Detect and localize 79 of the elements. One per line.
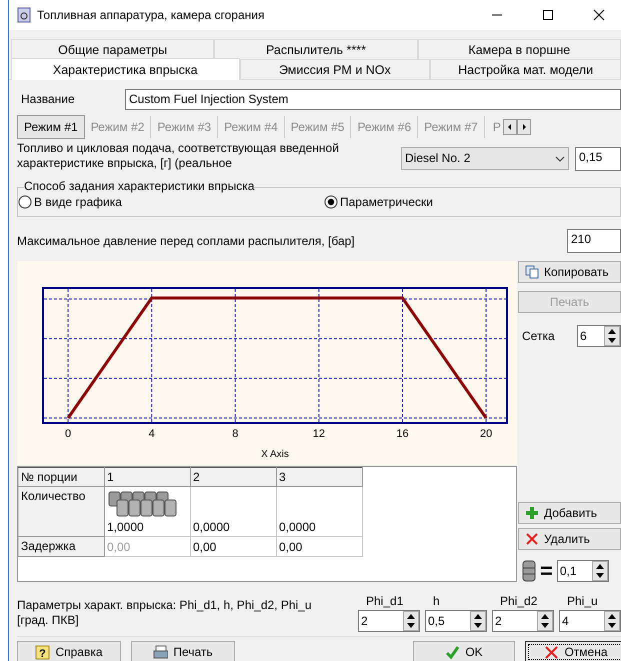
spin-arrows-icon[interactable] bbox=[403, 611, 419, 631]
fuel-select[interactable]: Diesel No. 2 bbox=[401, 147, 569, 170]
mode-tab[interactable]: Режим #1 bbox=[17, 115, 85, 139]
barrel-size-spinner[interactable]: 0,1 bbox=[556, 560, 609, 582]
spin-arrows-icon[interactable] bbox=[592, 561, 608, 581]
column-header: 1 bbox=[104, 468, 190, 486]
delete-button[interactable]: Удалить bbox=[518, 528, 621, 550]
x-tick-label: 16 bbox=[396, 428, 409, 440]
spin-arrows-icon[interactable] bbox=[604, 611, 620, 631]
param-label: Phi_u bbox=[566, 593, 599, 610]
spin-arrows-icon[interactable] bbox=[604, 326, 620, 346]
table-cell: 0,00 bbox=[279, 540, 302, 554]
window-title: Топливная аппаратура, камера сгорания bbox=[37, 7, 266, 24]
x-tick-label: 4 bbox=[148, 428, 155, 440]
tab[interactable]: Камера в поршне bbox=[418, 39, 621, 59]
params-label: Параметры характ. впрыска: Phi_d1, h, Phi_d2, Phi_u [град. ПКВ] bbox=[17, 598, 313, 629]
print-button[interactable]: Печать bbox=[131, 641, 235, 661]
radio-option[interactable]: Параметрически bbox=[324, 193, 433, 211]
row-header: Задержка bbox=[18, 536, 104, 556]
column-header: 2 bbox=[190, 468, 276, 486]
row-header: Количество bbox=[18, 486, 104, 536]
check-icon bbox=[445, 644, 460, 660]
barrel-icon bbox=[522, 560, 536, 582]
add-button[interactable]: Добавить bbox=[518, 502, 621, 524]
name-label: Название bbox=[20, 91, 76, 108]
table-cell: 0,0000 bbox=[193, 520, 230, 534]
help-button[interactable]: ? Справка bbox=[17, 641, 121, 661]
tab[interactable]: Характеристика впрыска bbox=[11, 58, 240, 80]
param-label: h bbox=[432, 593, 441, 610]
barrels-icon bbox=[107, 490, 179, 518]
close-icon[interactable] bbox=[592, 9, 604, 21]
tab[interactable]: Общие параметры bbox=[11, 39, 214, 59]
param-spinner[interactable]: 2 bbox=[358, 610, 420, 632]
scroll-right-icon[interactable] bbox=[516, 119, 531, 135]
amount-field[interactable]: 0,15 bbox=[575, 147, 621, 171]
grid-label: Сетка bbox=[522, 328, 555, 345]
x-axis-title: X Axis bbox=[261, 449, 289, 460]
cancel-button[interactable]: Отмена bbox=[525, 641, 621, 661]
cross-icon bbox=[544, 644, 560, 660]
x-tick-label: 8 bbox=[232, 428, 238, 440]
radio-button[interactable] bbox=[18, 195, 32, 209]
app-icon bbox=[17, 7, 31, 23]
spin-arrows-icon[interactable] bbox=[537, 611, 553, 631]
param-spinner[interactable]: 2 bbox=[492, 610, 554, 632]
tab[interactable]: Распылитель **** bbox=[214, 39, 418, 59]
table-cell: 0,0000 bbox=[279, 520, 316, 534]
radio-button[interactable] bbox=[324, 195, 338, 209]
tab[interactable]: Эмиссия PM и NOx bbox=[240, 59, 430, 79]
x-tick-label: 0 bbox=[65, 428, 72, 440]
x-tick-label: 20 bbox=[480, 428, 492, 440]
spin-arrows-icon[interactable] bbox=[470, 611, 486, 631]
equals-sign: = bbox=[540, 561, 553, 581]
table-cell: 1,0000 bbox=[107, 520, 144, 534]
printer-icon bbox=[153, 644, 168, 660]
plus-icon bbox=[525, 506, 539, 520]
table-cell: 0,00 bbox=[193, 540, 216, 554]
fuel-label: Топливо и цикловая подача, соответствующая введенной характеристике впрыска, [г] (реальное bbox=[17, 141, 340, 171]
maximize-icon[interactable] bbox=[542, 9, 554, 21]
column-header: № порции bbox=[18, 468, 104, 486]
name-field[interactable]: Custom Fuel Injection System bbox=[125, 88, 621, 110]
table-cell: 0,00 bbox=[107, 540, 130, 554]
ok-button[interactable]: OK bbox=[413, 641, 515, 661]
param-label: Phi_d1 bbox=[365, 593, 404, 610]
param-spinner[interactable]: 0,5 bbox=[425, 610, 487, 632]
help-icon: ? bbox=[35, 644, 50, 660]
param-label: Phi_d2 bbox=[499, 593, 538, 610]
cross-icon bbox=[525, 532, 539, 546]
radio-option[interactable]: В виде графика bbox=[18, 193, 324, 211]
copy-button[interactable]: Копировать bbox=[518, 261, 621, 283]
pressure-field[interactable]: 210 bbox=[567, 229, 621, 253]
pressure-label: Максимальное давление перед соплами распылителя, [бар] bbox=[17, 233, 355, 250]
grid-spinner[interactable]: 6 bbox=[577, 325, 621, 347]
param-spinner[interactable]: 4 bbox=[559, 610, 621, 632]
group-title: Способ задания характеристики впрыска bbox=[24, 178, 254, 194]
tab[interactable]: Настройка мат. модели bbox=[430, 59, 621, 79]
copy-icon bbox=[525, 265, 539, 279]
scroll-left-icon[interactable] bbox=[502, 119, 517, 135]
x-tick-label: 12 bbox=[312, 428, 326, 440]
column-header: 3 bbox=[276, 468, 362, 486]
